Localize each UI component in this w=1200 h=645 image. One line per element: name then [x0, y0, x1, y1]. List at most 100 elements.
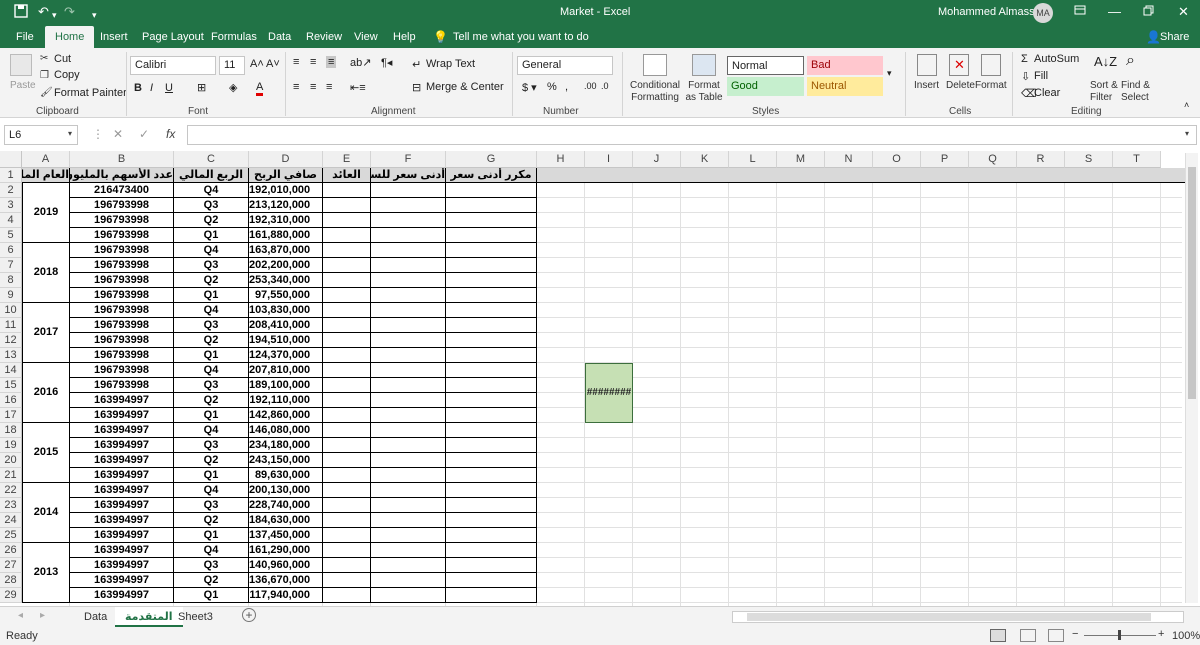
percent-icon[interactable]: %	[547, 81, 557, 93]
min-price-cell[interactable]	[371, 438, 446, 453]
return-cell[interactable]	[323, 333, 371, 348]
select-all-corner[interactable]	[0, 151, 22, 168]
cancel-icon[interactable]: ✕	[113, 127, 123, 141]
profit-cell[interactable]: 228,740,000	[249, 498, 323, 513]
return-cell[interactable]	[323, 513, 371, 528]
min-pe-cell[interactable]	[446, 393, 537, 408]
sort-filter-icon[interactable]: A↓Z	[1094, 54, 1117, 69]
decrease-decimal-icon[interactable]: .0	[601, 81, 609, 91]
style-neutral[interactable]: Neutral	[807, 77, 883, 96]
column-header[interactable]: J	[633, 151, 681, 168]
row-header[interactable]: 16	[0, 393, 22, 408]
return-cell[interactable]	[323, 393, 371, 408]
table-header-cell[interactable]: العائد	[323, 168, 371, 183]
shares-cell[interactable]: 196793998	[70, 243, 174, 258]
min-price-cell[interactable]	[371, 183, 446, 198]
min-pe-cell[interactable]	[446, 258, 537, 273]
min-pe-cell[interactable]	[446, 348, 537, 363]
min-pe-cell[interactable]	[446, 573, 537, 588]
enter-icon[interactable]: ✓	[139, 127, 149, 141]
column-header[interactable]: H	[537, 151, 585, 168]
profit-cell[interactable]: 161,880,000	[249, 228, 323, 243]
table-header-cell[interactable]: صافي الربح	[249, 168, 323, 183]
column-header[interactable]: L	[729, 151, 777, 168]
profit-cell[interactable]: 97,550,000	[249, 288, 323, 303]
profit-cell[interactable]: 189,100,000	[249, 378, 323, 393]
italic-icon[interactable]: I	[150, 82, 153, 94]
min-pe-cell[interactable]	[446, 318, 537, 333]
row-header[interactable]: 17	[0, 408, 22, 423]
format-as-table-button[interactable]: Format as Table	[683, 80, 725, 104]
return-cell[interactable]	[323, 438, 371, 453]
row-header[interactable]: 5	[0, 228, 22, 243]
year-cell[interactable]: 2017	[22, 303, 70, 363]
copy-icon[interactable]: ❐	[40, 70, 49, 82]
zoom-level[interactable]: 100%	[1172, 630, 1200, 642]
shares-cell[interactable]: 196793998	[70, 303, 174, 318]
min-price-cell[interactable]	[371, 498, 446, 513]
tab-data[interactable]: Data	[262, 26, 297, 48]
merge-center-button[interactable]: Merge & Center	[426, 81, 504, 93]
conditional-formatting-icon[interactable]	[643, 54, 667, 76]
quarter-cell[interactable]: Q2	[174, 333, 249, 348]
year-cell[interactable]: 2016	[22, 363, 70, 423]
fill-icon[interactable]: ⇩	[1021, 70, 1030, 83]
min-pe-cell[interactable]	[446, 438, 537, 453]
sheet-tab-sheet3[interactable]: Sheet3	[168, 607, 223, 627]
quarter-cell[interactable]: Q2	[174, 513, 249, 528]
table-header-cell[interactable]: مكرر أدنى سعر	[446, 168, 537, 183]
profit-cell[interactable]: 161,290,000	[249, 543, 323, 558]
column-header[interactable]: D	[249, 151, 323, 168]
quarter-cell[interactable]: Q4	[174, 543, 249, 558]
tab-page-layout[interactable]: Page Layout	[136, 26, 210, 48]
name-box[interactable]: L6	[4, 125, 78, 145]
row-header[interactable]: 2	[0, 183, 22, 198]
shares-cell[interactable]: 196793998	[70, 198, 174, 213]
worksheet[interactable]: ABCDEFGHIJKLMNOPQRST 1 2 3 4 5 6 7 8 9 10 11 12 13 14…	[0, 151, 1200, 606]
row-header[interactable]: 28	[0, 573, 22, 588]
row-header[interactable]: 3	[0, 198, 22, 213]
add-sheet-icon[interactable]: +	[242, 608, 256, 622]
shares-cell[interactable]: 196793998	[70, 273, 174, 288]
orientation-icon[interactable]: ab↗	[350, 56, 371, 69]
next-sheet-icon[interactable]: ▸	[40, 610, 45, 621]
return-cell[interactable]	[323, 243, 371, 258]
vertical-scrollbar[interactable]	[1185, 153, 1198, 603]
return-cell[interactable]	[323, 348, 371, 363]
center-icon[interactable]: ≡	[310, 81, 316, 93]
table-header-cell[interactable]: العام المالي	[22, 168, 70, 183]
insert-function-icon[interactable]: fx	[166, 127, 175, 141]
shares-cell[interactable]: 163994997	[70, 453, 174, 468]
shares-cell[interactable]: 216473400	[70, 183, 174, 198]
min-price-cell[interactable]	[371, 213, 446, 228]
return-cell[interactable]	[323, 303, 371, 318]
insert-cells-icon[interactable]	[917, 54, 937, 76]
column-header[interactable]: A	[22, 151, 70, 168]
merge-icon[interactable]: ⊟	[412, 81, 421, 94]
column-header[interactable]: Q	[969, 151, 1017, 168]
font-name-select[interactable]: Calibri	[130, 56, 216, 75]
redo-icon[interactable]: ↷	[64, 4, 75, 20]
tab-insert[interactable]: Insert	[94, 26, 134, 48]
find-icon[interactable]: ⌕	[1126, 52, 1135, 70]
shares-cell[interactable]: 163994997	[70, 543, 174, 558]
comma-icon[interactable]: ,	[565, 81, 568, 93]
row-header[interactable]: 23	[0, 498, 22, 513]
shares-cell[interactable]: 163994997	[70, 408, 174, 423]
shares-cell[interactable]: 163994997	[70, 558, 174, 573]
shares-cell[interactable]: 196793998	[70, 228, 174, 243]
row-header[interactable]: 26	[0, 543, 22, 558]
profit-cell[interactable]: 184,630,000	[249, 513, 323, 528]
zoom-slider-thumb[interactable]	[1118, 630, 1121, 640]
align-right-icon[interactable]: ≡	[326, 81, 332, 93]
row-header[interactable]: 13	[0, 348, 22, 363]
column-header[interactable]: T	[1113, 151, 1161, 168]
row-header[interactable]: 14	[0, 363, 22, 378]
quarter-cell[interactable]: Q1	[174, 468, 249, 483]
min-price-cell[interactable]	[371, 228, 446, 243]
shares-cell[interactable]: 163994997	[70, 468, 174, 483]
column-header[interactable]: I	[585, 151, 633, 168]
row-header[interactable]: 9	[0, 288, 22, 303]
return-cell[interactable]	[323, 363, 371, 378]
autosum-icon[interactable]: Σ	[1021, 53, 1028, 65]
